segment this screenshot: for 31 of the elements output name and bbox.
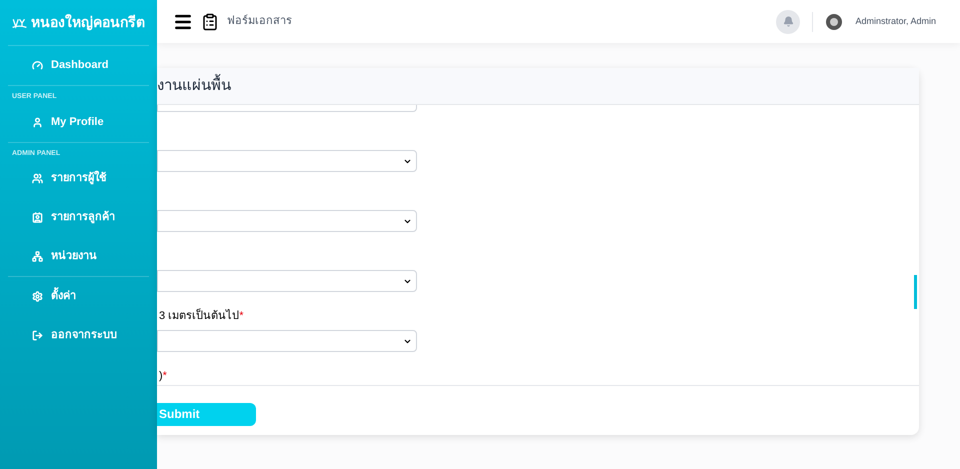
- sidebar-item[interactable]: My Profile: [8, 102, 149, 142]
- sidebar-item[interactable]: Dashboard: [8, 46, 149, 85]
- avatar-icon: [825, 12, 844, 30]
- submit-button[interactable]: Submit: [157, 402, 256, 426]
- sidebar-item[interactable]: ออกจากระบบ: [8, 316, 149, 355]
- users-icon: [32, 173, 43, 184]
- sidebar-item[interactable]: หน่วยงาน: [8, 237, 149, 276]
- hierarchy-icon: [32, 251, 43, 262]
- page-title: ฟอร์มเอกสาร: [227, 14, 292, 30]
- field-label: )*: [157, 368, 167, 384]
- clipboard-icon: [201, 12, 219, 30]
- notification-button[interactable]: [776, 10, 800, 34]
- user-icon: [32, 116, 43, 128]
- user-name[interactable]: Adminstrator, Admin: [855, 14, 936, 28]
- logout-icon: [32, 330, 43, 341]
- dropdown-field[interactable]: [157, 105, 417, 112]
- sidebar-item[interactable]: รายการลูกค้า: [8, 198, 149, 237]
- dropdown-field[interactable]: [157, 150, 417, 172]
- settings-icon: [32, 291, 43, 302]
- dropdown-field[interactable]: [157, 330, 417, 352]
- scrollbar-thumb[interactable]: [914, 275, 917, 309]
- brand-name: หนองใหญ่คอนกรีต: [31, 13, 145, 32]
- dropdown-field[interactable]: [157, 210, 417, 232]
- sidebar-item[interactable]: รายการผู้ใช้: [8, 159, 149, 198]
- gauge-icon: [32, 60, 43, 71]
- bell-icon: [782, 16, 794, 27]
- contact-card-icon: [32, 212, 43, 223]
- sidebar-item[interactable]: ตั้งค่า: [8, 277, 149, 316]
- dropdown-field[interactable]: [157, 270, 417, 292]
- field-label: 3 เมตรเป็นต้นไป*: [157, 308, 244, 324]
- card-title: งานแผ่นพื้น: [157, 74, 231, 98]
